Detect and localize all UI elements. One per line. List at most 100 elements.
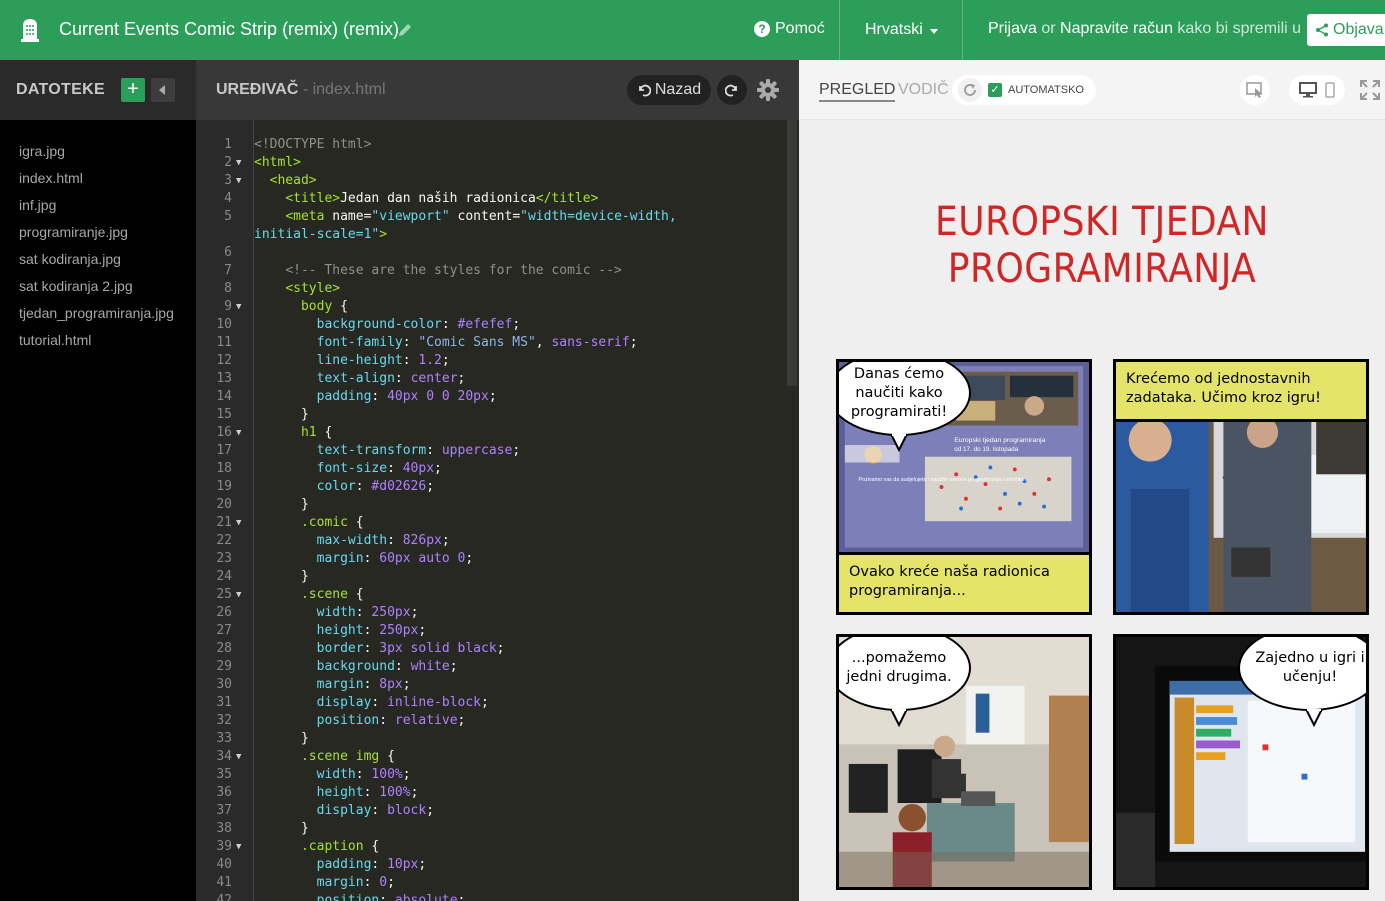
help-link[interactable]: ? Pomoć (754, 20, 825, 38)
code-line[interactable]: 8 <style> (196, 280, 786, 298)
line-number: 25 (216, 587, 232, 602)
editor-scrollbar[interactable] (787, 120, 797, 386)
code-line[interactable]: 7 <!-- These are the styles for the comi… (196, 262, 786, 280)
language-dropdown[interactable]: Hrvatski (865, 21, 938, 39)
code-line[interactable]: 39 ▼ .caption { (196, 838, 786, 856)
comic-scene-2: Krećemo od jednostavnih zadataka. Učimo … (1113, 359, 1369, 615)
thimble-logo-icon[interactable] (19, 17, 41, 43)
code-text: font-size: 40px; (316, 461, 442, 476)
code-line[interactable]: 5 <meta name="viewport" content="width=d… (196, 208, 786, 226)
code-line[interactable]: 6 (196, 244, 786, 262)
fold-arrow-icon[interactable]: ▼ (236, 172, 241, 190)
code-text: width: 250px; (316, 605, 419, 620)
code-line[interactable]: 40 padding: 10px; (196, 856, 786, 874)
fold-arrow-icon[interactable]: ▼ (236, 748, 241, 766)
file-item[interactable]: sat kodiranja 2.jpg (19, 276, 174, 303)
code-line[interactable]: 11 font-family: "Comic Sans MS", sans-se… (196, 334, 786, 352)
file-item[interactable]: tjedan_programiranja.jpg (19, 303, 174, 330)
code-line[interactable]: 22 max-width: 826px; (196, 532, 786, 550)
tab-guide[interactable]: VODIČ (898, 81, 949, 99)
publish-button[interactable]: Objava (1307, 14, 1385, 46)
file-item[interactable]: inf.jpg (19, 195, 174, 222)
code-line[interactable]: 10 background-color: #efefef; (196, 316, 786, 334)
redo-button[interactable] (717, 75, 747, 105)
undo-icon (638, 84, 651, 97)
code-line[interactable]: 37 display: block; (196, 802, 786, 820)
line-number: 2 (224, 155, 232, 170)
code-line[interactable]: 1 <!DOCTYPE html> (196, 136, 786, 154)
mobile-icon[interactable] (1325, 82, 1335, 98)
code-line[interactable]: 17 text-transform: uppercase; (196, 442, 786, 460)
refresh-icon[interactable] (958, 78, 982, 102)
file-item[interactable]: igra.jpg (19, 141, 174, 168)
auto-refresh-checkbox[interactable]: ✓ (988, 83, 1002, 97)
line-number: 36 (216, 785, 232, 800)
create-account-link[interactable]: Napravite račun (1060, 20, 1173, 37)
file-item[interactable]: sat kodiranja.jpg (19, 249, 174, 276)
collapse-sidebar-button[interactable] (151, 78, 175, 102)
code-text: .scene { (300, 587, 364, 602)
line-number: 4 (224, 191, 232, 206)
code-line[interactable]: 30 margin: 8px; (196, 676, 786, 694)
code-line[interactable]: 21 ▼ .comic { (196, 514, 786, 532)
fold-arrow-icon[interactable]: ▼ (236, 514, 241, 532)
code-line[interactable]: 18 font-size: 40px; (196, 460, 786, 478)
file-item[interactable]: programiranje.jpg (19, 222, 174, 249)
fold-arrow-icon[interactable]: ▼ (236, 298, 241, 316)
comic-scene-3: ...pomažemo jedni drugima. (836, 634, 1092, 890)
code-line[interactable]: 19 color: #d02626; (196, 478, 786, 496)
code-line[interactable]: 13 text-align: center; (196, 370, 786, 388)
fold-arrow-icon[interactable]: ▼ (236, 838, 241, 856)
code-text: display: inline-block; (316, 695, 489, 710)
code-line[interactable]: 15 } (196, 406, 786, 424)
code-line[interactable]: 32 position: relative; (196, 712, 786, 730)
code-line[interactable]: 31 display: inline-block; (196, 694, 786, 712)
code-area[interactable]: 1 <!DOCTYPE html> 2 ▼ <html> 3 ▼ <head> 4 <titl… (196, 136, 786, 901)
code-line[interactable]: 38 } (196, 820, 786, 838)
code-line[interactable]: 4 <title>Jedan dan naših radionica</titl… (196, 190, 786, 208)
code-line[interactable]: 26 width: 250px; (196, 604, 786, 622)
code-text: <html> (254, 155, 301, 170)
signin-link[interactable]: Prijava (988, 20, 1037, 37)
code-line[interactable]: 14 padding: 40px 0 0 20px; (196, 388, 786, 406)
gear-icon[interactable] (756, 78, 780, 102)
code-line[interactable]: 28 border: 3px solid black; (196, 640, 786, 658)
code-line[interactable]: 3 ▼ <head> (196, 172, 786, 190)
line-number: 21 (216, 515, 232, 530)
auto-refresh-toggle[interactable]: ✓ AUTOMATSKO (952, 75, 1096, 105)
code-line[interactable]: 2 ▼ <html> (196, 154, 786, 172)
code-text: } (300, 821, 309, 836)
code-line[interactable]: 35 width: 100%; (196, 766, 786, 784)
code-line[interactable]: 23 margin: 60px auto 0; (196, 550, 786, 568)
file-item[interactable]: index.html (19, 168, 174, 195)
code-line[interactable]: initial-scale=1"> (196, 226, 786, 244)
preview-header: PREGLED VODIČ ✓ AUTOMATSKO (799, 60, 1385, 120)
fold-arrow-icon[interactable]: ▼ (236, 586, 241, 604)
tab-preview[interactable]: PREGLED (819, 81, 896, 102)
line-number: 6 (224, 245, 232, 260)
add-file-button[interactable]: + (121, 78, 145, 102)
code-line[interactable]: 29 background: white; (196, 658, 786, 676)
fullscreen-icon[interactable] (1360, 80, 1380, 100)
code-line[interactable]: 9 ▼ body { (196, 298, 786, 316)
fold-arrow-icon[interactable]: ▼ (236, 154, 241, 172)
pencil-icon[interactable] (397, 22, 413, 38)
code-line[interactable]: 20 } (196, 496, 786, 514)
code-line[interactable]: 27 height: 250px; (196, 622, 786, 640)
desktop-icon[interactable] (1299, 82, 1317, 98)
inspect-button[interactable] (1240, 75, 1270, 105)
code-line[interactable]: 34 ▼ .scene img { (196, 748, 786, 766)
code-line[interactable]: 25 ▼ .scene { (196, 586, 786, 604)
code-line[interactable]: 36 height: 100%; (196, 784, 786, 802)
file-item[interactable]: tutorial.html (19, 330, 174, 357)
code-line[interactable]: 33 } (196, 730, 786, 748)
code-line[interactable]: 41 margin: 0; (196, 874, 786, 892)
code-line[interactable]: 12 line-height: 1.2; (196, 352, 786, 370)
undo-button[interactable]: Nazad (627, 75, 711, 105)
question-icon: ? (754, 21, 770, 37)
code-line[interactable]: 24 } (196, 568, 786, 586)
code-line[interactable]: 42 position: absolute; (196, 892, 786, 901)
fold-arrow-icon[interactable]: ▼ (236, 424, 241, 442)
line-number: 12 (216, 353, 232, 368)
code-line[interactable]: 16 ▼ h1 { (196, 424, 786, 442)
